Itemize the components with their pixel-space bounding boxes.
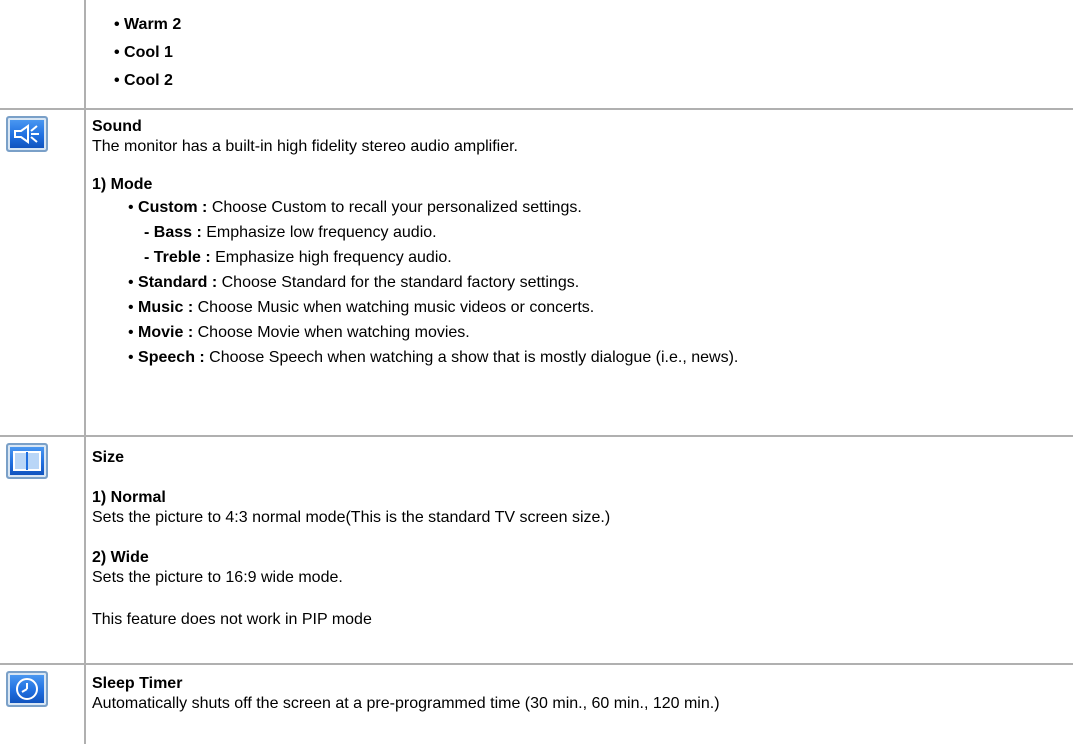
mode-movie: • Movie : Choose Movie when watching mov… — [128, 324, 470, 341]
color-temp-row: • Warm 2 • Cool 1 • Cool 2 — [0, 0, 1073, 110]
wide-text: Sets the picture to 16:9 wide mode. — [92, 569, 343, 586]
mode-speech: • Speech : Choose Speech when watching a… — [128, 349, 739, 366]
sleep-cell: Sleep Timer Automatically shuts off the … — [85, 664, 1073, 744]
list-item: • Warm 2 — [114, 16, 182, 33]
item-warm2: Warm 2 — [124, 16, 182, 33]
wide-heading: 2) Wide — [92, 549, 149, 566]
mode-music: • Music : Choose Music when watching mus… — [128, 299, 595, 316]
sound-cell: Sound The monitor has a built-in high fi… — [85, 109, 1073, 437]
speaker-icon — [6, 116, 48, 152]
size-cell: Size 1) Normal Sets the picture to 4:3 n… — [85, 436, 1073, 665]
sleep-row: Sleep Timer Automatically shuts off the … — [0, 664, 1073, 744]
mode-heading: 1) Mode — [92, 176, 153, 193]
mode-custom: • Custom : Choose Custom to recall your … — [128, 199, 582, 216]
empty-icon-cell — [0, 0, 86, 110]
mode-standard: • Standard : Choose Standard for the sta… — [128, 274, 580, 291]
section-description: The monitor has a built-in high fidelity… — [92, 138, 518, 155]
list-item: • Cool 1 — [114, 44, 173, 61]
section-title: Sleep Timer — [92, 675, 183, 692]
section-title: Sound — [92, 118, 142, 135]
normal-text: Sets the picture to 4:3 normal mode(This… — [92, 509, 611, 526]
normal-heading: 1) Normal — [92, 489, 166, 506]
sleep-icon-cell — [0, 664, 86, 744]
pip-note: This feature does not work in PIP mode — [92, 611, 372, 628]
sound-row: Sound The monitor has a built-in high fi… — [0, 109, 1073, 437]
section-description: Automatically shuts off the screen at a … — [92, 695, 720, 712]
settings-table: • Warm 2 • Cool 1 • Cool 2 Sound The mon… — [0, 0, 1073, 744]
size-row: Size 1) Normal Sets the picture to 4:3 n… — [0, 436, 1073, 665]
clock-icon — [6, 671, 48, 707]
screen-size-icon — [6, 443, 48, 479]
size-icon-cell — [0, 436, 86, 665]
mode-treble: - Treble : Emphasize high frequency audi… — [144, 249, 452, 266]
item-cool2: Cool 2 — [124, 72, 173, 89]
mode-bass: - Bass : Emphasize low frequency audio. — [144, 224, 437, 241]
color-temp-cell: • Warm 2 • Cool 1 • Cool 2 — [85, 0, 1073, 110]
list-item: • Cool 2 — [114, 72, 173, 89]
item-cool1: Cool 1 — [124, 44, 173, 61]
section-title: Size — [92, 449, 125, 466]
sound-icon-cell — [0, 109, 86, 437]
